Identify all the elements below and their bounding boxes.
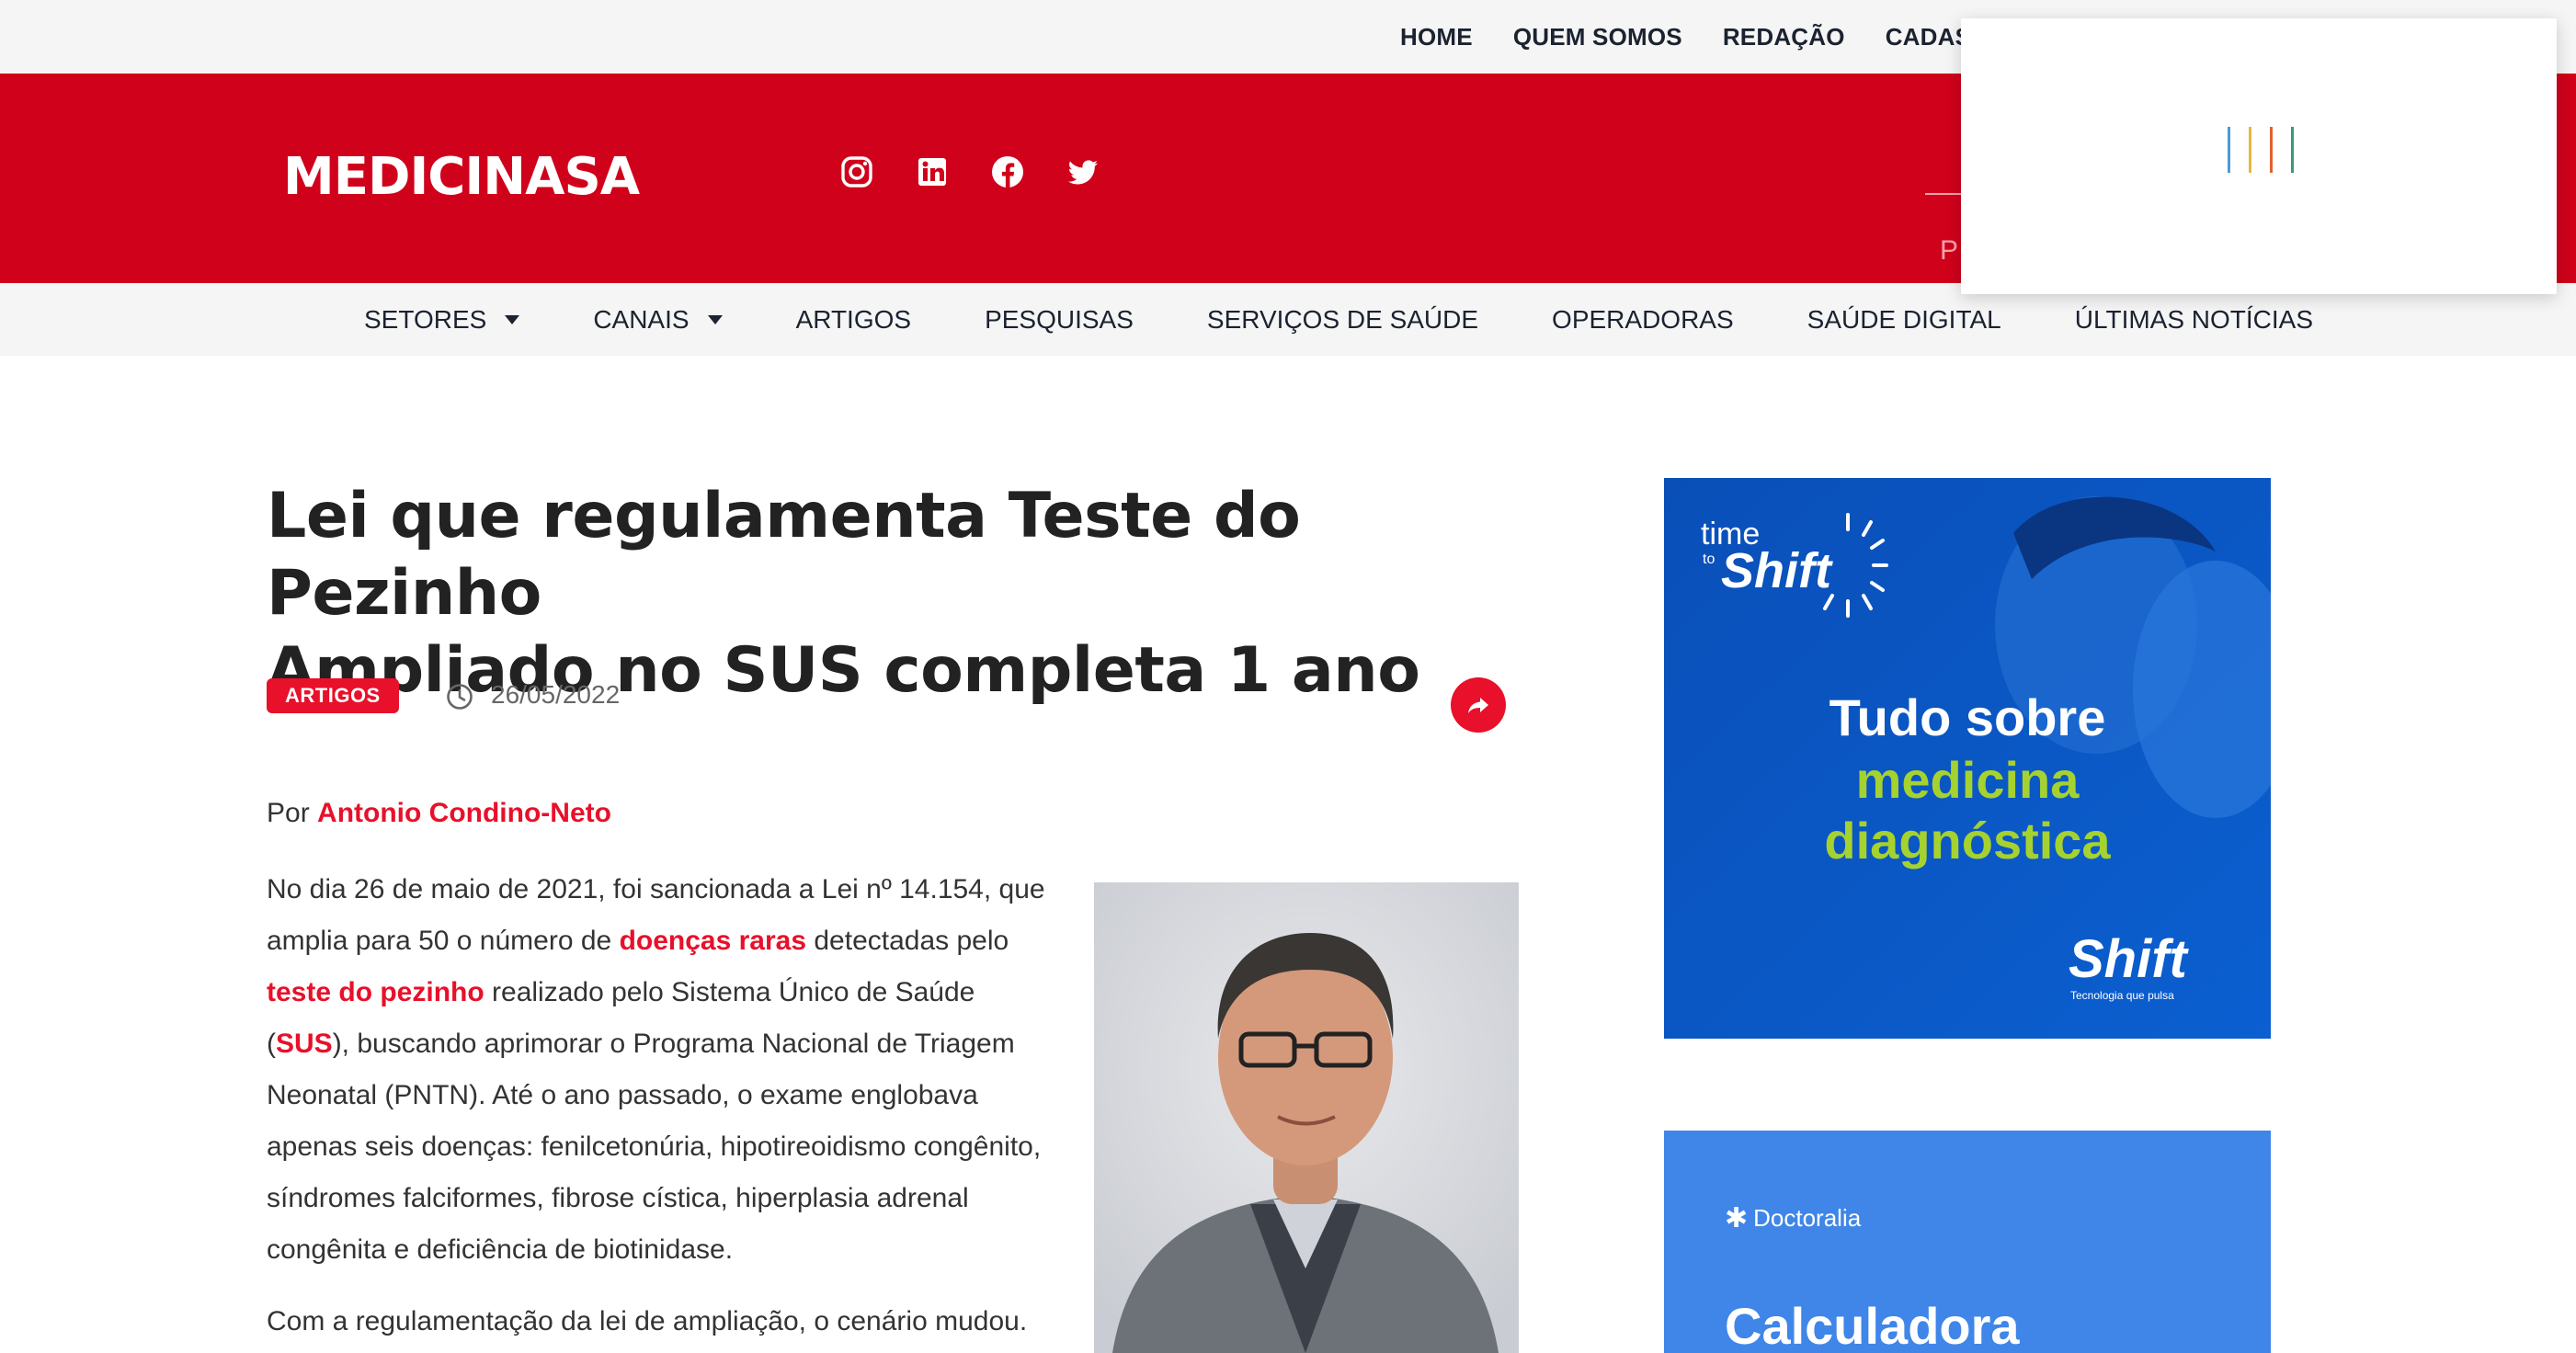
link-teste-do-pezinho[interactable]: teste do pezinho	[267, 977, 484, 1007]
instagram-icon[interactable]	[838, 153, 875, 190]
paragraph-text: detectadas pelo	[806, 926, 1009, 956]
facebook-icon[interactable]	[989, 153, 1026, 190]
ad-tagline: Tecnologia que pulsa	[2070, 989, 2174, 1002]
nav-saude-digital[interactable]: SAÚDE DIGITAL	[1807, 305, 2001, 335]
search-input[interactable]: P	[1940, 235, 1958, 267]
nav-canais[interactable]: CANAIS	[593, 304, 723, 335]
nav-artigos[interactable]: ARTIGOS	[796, 305, 912, 335]
ad2-brand-label: Doctoralia	[1753, 1204, 1862, 1232]
nav-setores[interactable]: SETORES	[364, 304, 520, 335]
loader-bar	[2249, 127, 2251, 173]
link-sus[interactable]: SUS	[276, 1029, 333, 1059]
search-underline	[1925, 193, 1962, 195]
author-link[interactable]: Antonio Condino-Neto	[317, 798, 611, 828]
article-paragraph: No dia 26 de maio de 2021, foi sancionad…	[267, 864, 1057, 1276]
ad-headline-3: diagnóstica	[1824, 812, 2111, 870]
chevron-down-icon	[505, 314, 520, 324]
popup-overlay[interactable]	[1961, 18, 2557, 294]
share-icon	[1468, 698, 1488, 713]
site-logo[interactable]: MEDICINASA	[283, 147, 640, 207]
byline: Por Antonio Condino-Neto	[267, 798, 611, 829]
chevron-down-icon	[707, 314, 723, 324]
nav-pesquisas[interactable]: PESQUISAS	[985, 305, 1134, 335]
ad2-brand: ✱ Doctoralia	[1725, 1202, 1861, 1234]
article-title-line-1: Lei que regulamenta Teste do Pezinho	[267, 480, 1301, 630]
top-nav: HOME QUEM SOMOS REDAÇÃO CADASTR	[1400, 0, 2044, 74]
nav-setores-label: SETORES	[364, 304, 487, 334]
ad-headline-1: Tudo sobre	[1829, 688, 2106, 746]
loader-bar	[2270, 127, 2273, 173]
category-badge[interactable]: ARTIGOS	[267, 678, 399, 713]
linkedin-icon[interactable]	[914, 153, 951, 190]
sidebar-ad-shift[interactable]: time to Shift Tudo sobre medicina diagnó…	[1664, 478, 2271, 1039]
share-button[interactable]	[1451, 677, 1506, 733]
ad2-headline: Calculadora	[1725, 1297, 2020, 1353]
link-doencas-raras[interactable]: doenças raras	[620, 926, 806, 956]
publish-date: 26/05/2022	[491, 680, 621, 709]
loader-bar	[2291, 127, 2294, 173]
ad-brand-to: to	[1703, 551, 1715, 567]
social-links	[838, 153, 1101, 190]
ad-brand-bottom: Shift	[2069, 929, 2187, 989]
sidebar-ad-doctoralia[interactable]: ✱ Doctoralia Calculadora	[1664, 1131, 2271, 1353]
top-nav-redacao[interactable]: REDAÇÃO	[1723, 23, 1845, 51]
star-icon: ✱	[1725, 1203, 1749, 1234]
nav-ultimas-noticias[interactable]: ÚLTIMAS NOTÍCIAS	[2075, 305, 2313, 335]
byline-prefix: Por	[267, 798, 318, 828]
nav-operadoras[interactable]: OPERADORAS	[1552, 305, 1734, 335]
clock-icon	[447, 684, 473, 710]
top-nav-home[interactable]: HOME	[1400, 23, 1473, 51]
nav-servicos-de-saude[interactable]: SERVIÇOS DE SAÚDE	[1207, 305, 1478, 335]
article-paragraph: Com a regulamentação da lei de ampliação…	[267, 1306, 1028, 1336]
top-nav-quem-somos[interactable]: QUEM SOMOS	[1513, 23, 1682, 51]
ad-brand-top: Shift	[1721, 543, 1831, 598]
article-title: Lei que regulamenta Teste do Pezinho Amp…	[267, 478, 1535, 710]
loading-indicator	[2228, 127, 2294, 173]
author-photo	[1094, 882, 1519, 1353]
nav-canais-label: CANAIS	[593, 304, 690, 334]
article-title-line-2: Ampliado no SUS completa 1 ano	[267, 634, 1420, 707]
ad-headline-2: medicina	[1855, 751, 2080, 809]
twitter-icon[interactable]	[1065, 153, 1101, 190]
loader-bar	[2228, 127, 2230, 173]
paragraph-text: ), buscando aprimorar o Programa Naciona…	[267, 1029, 1042, 1265]
